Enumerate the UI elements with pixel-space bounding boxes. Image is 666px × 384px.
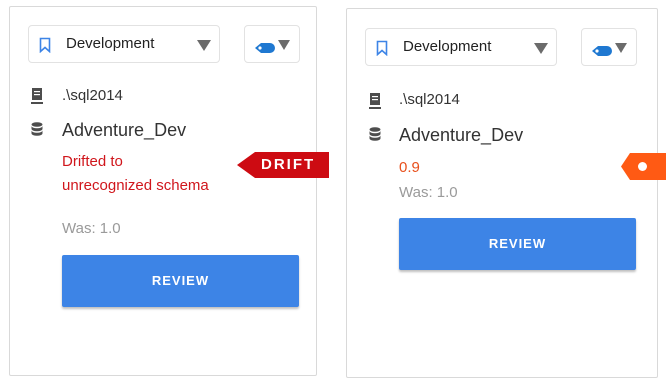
drift-status-line: unrecognized schema: [62, 177, 209, 194]
drift-status-message: Drifted to unrecognized schema: [62, 150, 209, 198]
database-card-drifted: Development .\sql2014 Adventure_Dev Drif…: [9, 6, 317, 376]
database-card-version: Development .\sql2014 Adventure_Dev 0.9 …: [346, 8, 658, 378]
server-icon: [369, 92, 381, 115]
environment-label: Development: [66, 35, 155, 52]
previous-version: Was: 1.0: [62, 220, 121, 237]
drift-status-line: Drifted to: [62, 153, 123, 170]
environment-dropdown[interactable]: Development: [365, 28, 557, 66]
database-icon: [31, 122, 43, 142]
chevron-down-icon: [615, 43, 627, 53]
chevron-down-icon: [534, 43, 548, 54]
database-name: Adventure_Dev: [62, 120, 187, 140]
tag-dropdown[interactable]: [581, 28, 637, 66]
chevron-down-icon: [197, 40, 211, 51]
bookmark-icon: [39, 37, 51, 58]
environment-label: Development: [403, 38, 492, 55]
review-button[interactable]: REVIEW: [62, 255, 299, 307]
server-name: .\sql2014: [399, 91, 460, 108]
environment-dropdown[interactable]: Development: [28, 25, 220, 63]
server-icon: [31, 87, 43, 110]
current-version: 0.9: [399, 159, 420, 176]
drift-flag: [621, 153, 666, 180]
tag-dropdown[interactable]: [244, 25, 300, 63]
drift-flag: DRIFT: [237, 152, 329, 178]
dot-icon: [638, 162, 647, 171]
tag-icon: [592, 43, 612, 61]
tag-icon: [255, 40, 275, 58]
bookmark-icon: [376, 40, 388, 61]
chevron-down-icon: [278, 40, 290, 50]
review-button[interactable]: REVIEW: [399, 218, 636, 270]
database-name: Adventure_Dev: [399, 125, 524, 145]
previous-version: Was: 1.0: [399, 184, 458, 201]
server-name: .\sql2014: [62, 87, 123, 104]
database-icon: [369, 127, 381, 147]
